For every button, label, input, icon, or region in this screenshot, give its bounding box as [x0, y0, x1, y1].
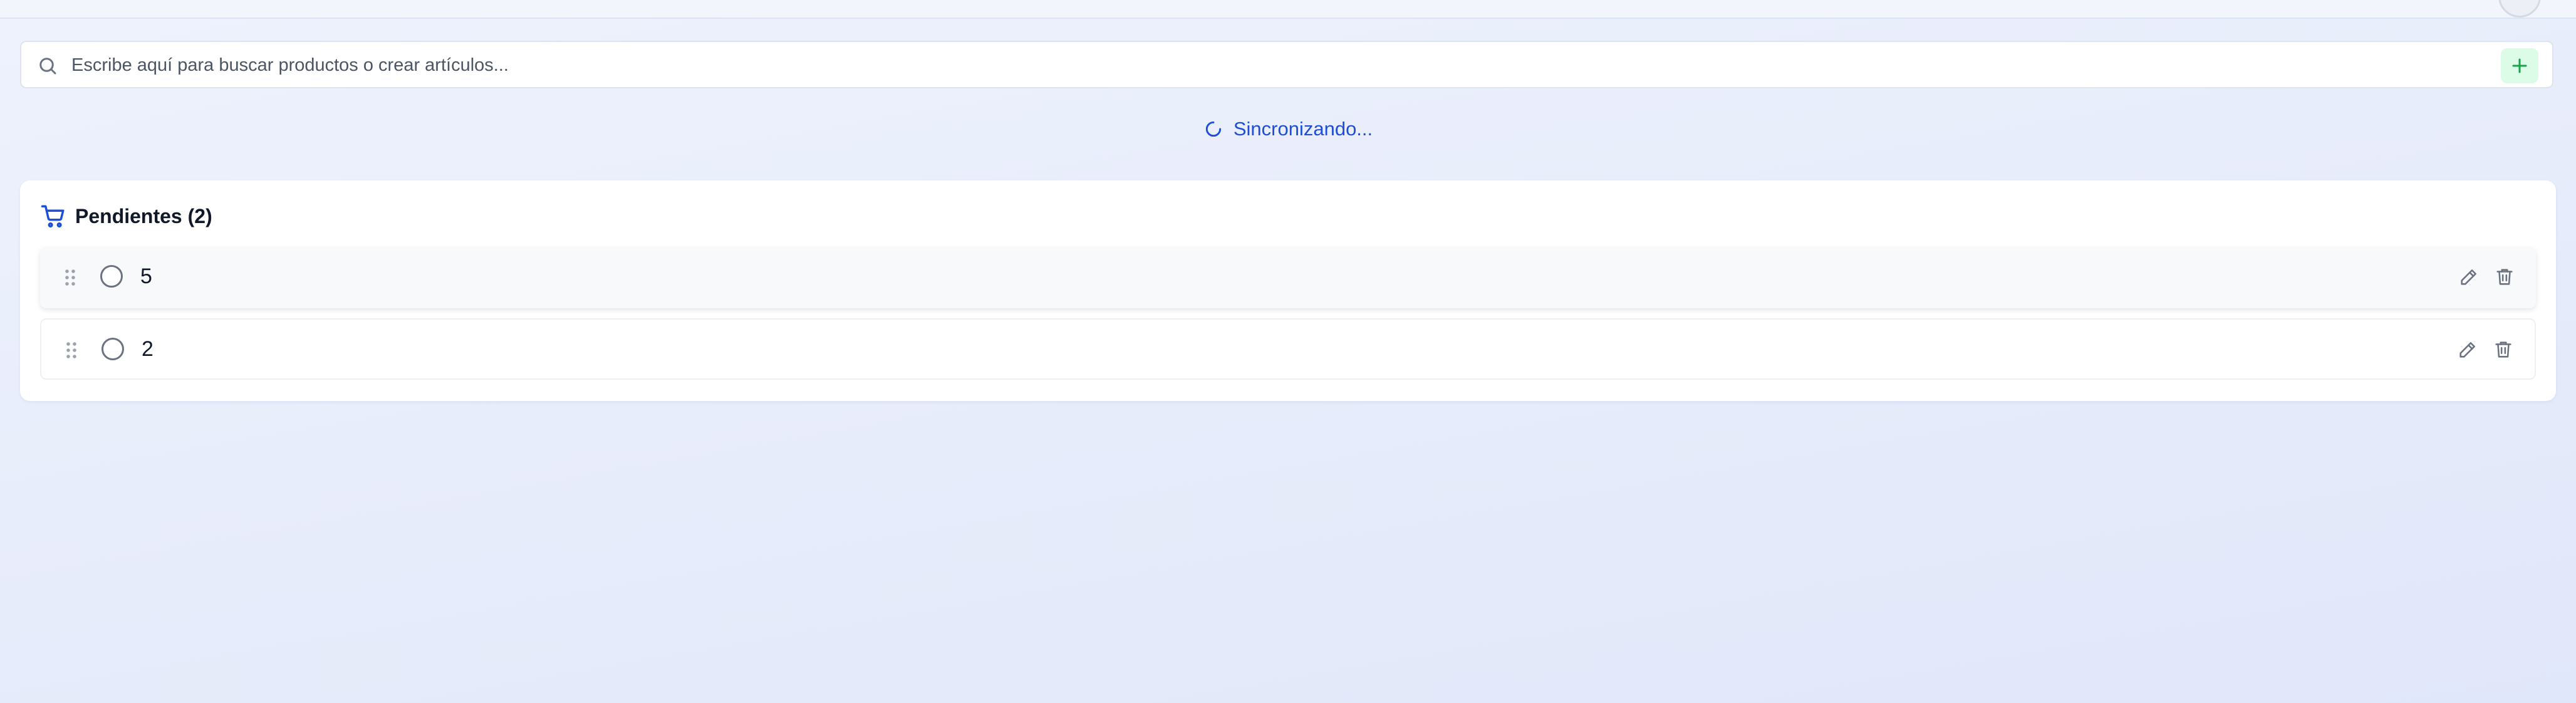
pending-header: Pendientes (2)	[40, 203, 212, 229]
item-checkbox[interactable]	[101, 338, 124, 360]
grip-vertical-icon[interactable]	[64, 268, 76, 288]
plus-icon	[2512, 58, 2527, 73]
item-label: 2	[142, 337, 153, 361]
item-checkbox[interactable]	[100, 265, 123, 288]
sync-status: Sincronizando...	[0, 118, 2576, 140]
trash-icon[interactable]	[2494, 266, 2515, 288]
trash-icon[interactable]	[2493, 339, 2514, 360]
cart-icon	[41, 205, 65, 228]
grip-vertical-icon[interactable]	[65, 340, 78, 360]
list-item[interactable]: 2	[40, 318, 2536, 380]
item-label: 5	[140, 264, 152, 288]
top-bar	[0, 0, 2576, 19]
search-icon	[39, 58, 56, 75]
loader-icon	[1205, 121, 1221, 137]
pending-title: Pendientes (2)	[75, 204, 212, 227]
pencil-icon[interactable]	[2458, 266, 2480, 288]
search-bar	[20, 41, 2553, 88]
search-input[interactable]	[71, 49, 2490, 81]
list-item[interactable]: 5	[40, 247, 2536, 308]
pencil-icon[interactable]	[2457, 339, 2478, 360]
add-button[interactable]	[2501, 48, 2538, 83]
avatar[interactable]	[2498, 0, 2541, 18]
sync-label: Sincronizando...	[1233, 118, 1373, 140]
pending-list-card: Pendientes (2) 5 2	[20, 180, 2556, 401]
